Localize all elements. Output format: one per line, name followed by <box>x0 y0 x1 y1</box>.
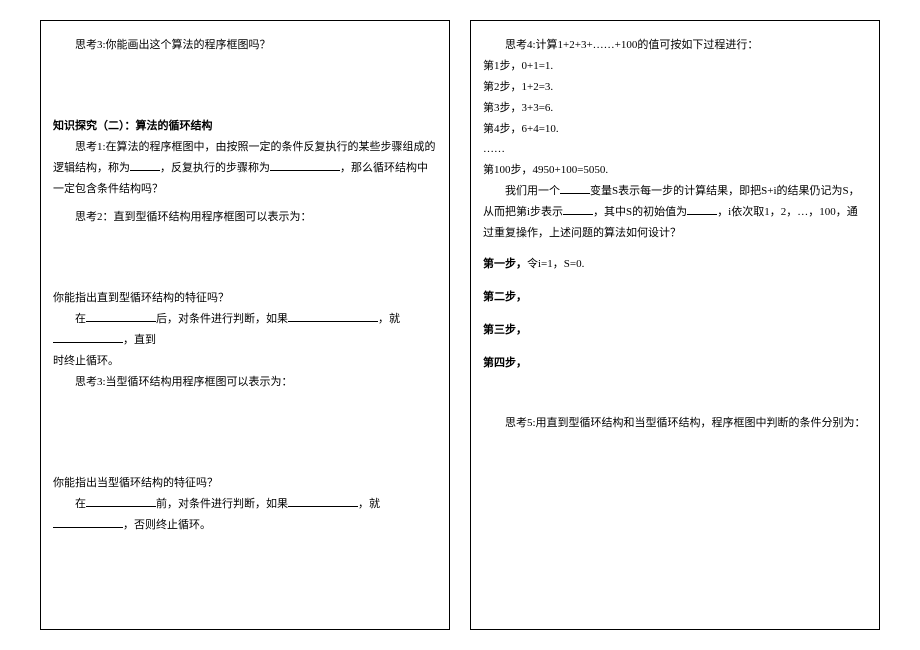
f1d: ，直到 <box>123 334 156 346</box>
think-5: 思考5:用直到型循环结构和当型循环结构，程序框图中判断的条件分别为： <box>483 413 867 434</box>
blank <box>560 183 590 194</box>
blank <box>270 160 340 171</box>
blank <box>86 311 156 322</box>
step-100: 第100步，4950+100=5050. <box>483 160 867 181</box>
spacer <box>483 244 867 254</box>
blank <box>53 517 123 528</box>
step-1: 第1步，0+1=1. <box>483 56 867 77</box>
left-column: 思考3:你能画出这个算法的程序框图吗？ 知识探究（二）：算法的循环结构 思考1:… <box>40 20 450 630</box>
think-3b: 思考3:当型循环结构用程序框图可以表示为： <box>53 372 437 393</box>
spacer <box>483 373 867 413</box>
spacer <box>483 275 867 287</box>
blank <box>53 332 123 343</box>
desc-c: ，其中S的初始值为 <box>593 206 687 218</box>
think-1: 思考1:在算法的程序框图中，由按照一定的条件反复执行的某些步骤组成的逻辑结构，称… <box>53 137 437 200</box>
spacer <box>483 341 867 353</box>
algo-step-1-text: 令i=1，S=0. <box>527 258 584 270</box>
algo-step-1-label: 第一步， <box>483 258 527 270</box>
step-3: 第3步，3+3=6. <box>483 98 867 119</box>
blank <box>130 160 160 171</box>
dots: …… <box>483 139 867 160</box>
f2b: 前，对条件进行判断，如果 <box>156 498 288 510</box>
algo-step-2-label: 第二步， <box>483 287 867 308</box>
f2c: ，就 <box>358 498 380 510</box>
spacer <box>53 199 437 207</box>
f2d: ，否则终止循环。 <box>123 519 211 531</box>
step-4: 第4步，6+4=10. <box>483 119 867 140</box>
think-1-text-b: ，反复执行的步骤称为 <box>160 162 270 174</box>
think-3: 思考3:你能画出这个算法的程序框图吗？ <box>53 35 437 56</box>
spacer <box>53 56 437 116</box>
spacer <box>53 393 437 473</box>
right-column: 思考4:计算1+2+3+……+100的值可按如下过程进行： 第1步，0+1=1.… <box>470 20 880 630</box>
spacer <box>53 228 437 288</box>
desc-a: 我们用一个 <box>505 185 560 197</box>
document-page: 思考3:你能画出这个算法的程序框图吗？ 知识探究（二）：算法的循环结构 思考1:… <box>0 0 920 650</box>
blank <box>288 311 378 322</box>
feature-2-answer: 在 前，对条件进行判断，如果 ，就 ，否则终止循环。 <box>53 494 437 536</box>
f1c: ，就 <box>378 313 400 325</box>
algo-step-3-label: 第三步， <box>483 320 867 341</box>
blank <box>86 496 156 507</box>
step-2: 第2步，1+2=3. <box>483 77 867 98</box>
spacer <box>483 308 867 320</box>
feature-1-answer: 在 后，对条件进行判断，如果 ，就 ，直到 <box>53 309 437 351</box>
blank <box>288 496 358 507</box>
think-2: 思考2：直到型循环结构用程序框图可以表示为： <box>53 207 437 228</box>
algo-step-4-label: 第四步， <box>483 353 867 374</box>
algo-step-1: 第一步，令i=1，S=0. <box>483 254 867 275</box>
feature-1-question: 你能指出直到型循环结构的特征吗？ <box>53 288 437 309</box>
f1b: 后，对条件进行判断，如果 <box>156 313 288 325</box>
f2a: 在 <box>75 498 86 510</box>
think-4: 思考4:计算1+2+3+……+100的值可按如下过程进行： <box>483 35 867 56</box>
blank <box>687 204 717 215</box>
feature-1-end: 时终止循环。 <box>53 351 437 372</box>
section-title: 知识探究（二）：算法的循环结构 <box>53 116 437 137</box>
blank <box>563 204 593 215</box>
f1a: 在 <box>75 313 86 325</box>
feature-2-question: 你能指出当型循环结构的特征吗？ <box>53 473 437 494</box>
description: 我们用一个变量S表示每一步的计算结果，即把S+i的结果仍记为S，从而把第i步表示… <box>483 181 867 244</box>
